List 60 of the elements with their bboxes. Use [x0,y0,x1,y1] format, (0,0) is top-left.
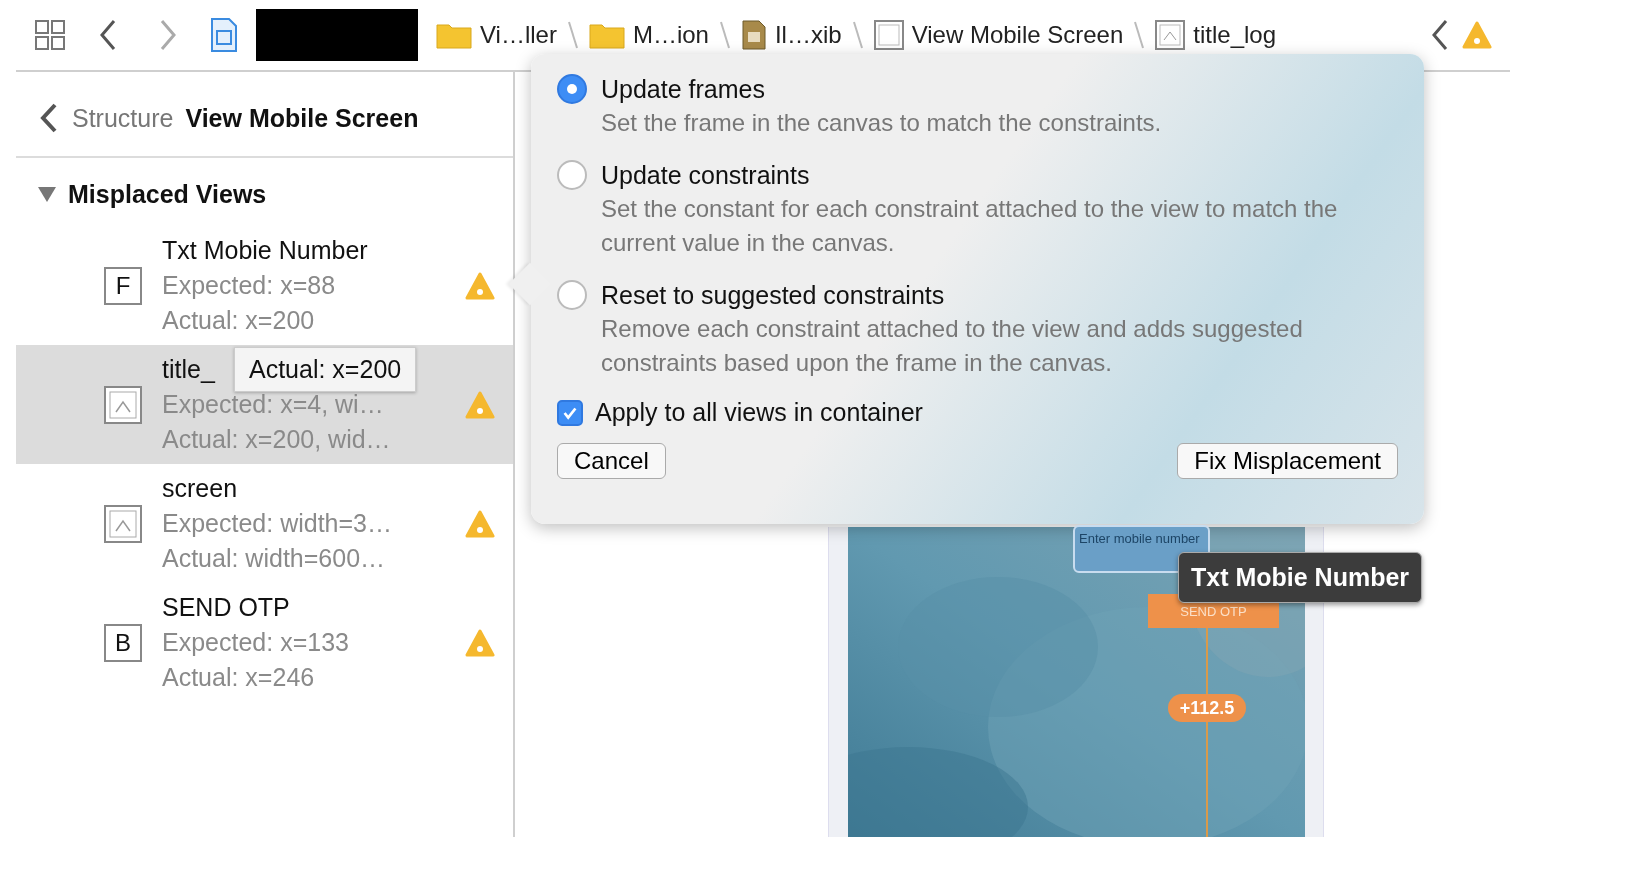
view-name: Txt Mobie Number [162,235,368,266]
expected-value: Expected: width=3… [162,508,392,539]
dialog-button[interactable]: Fix Misplacement [1177,443,1398,479]
option-title: Update frames [601,74,766,105]
section-title: Misplaced Views [68,179,267,209]
warning-icon [465,390,495,419]
separator-icon [851,20,864,50]
option-description: Remove each constraint attached to the view and adds suggested constraints based upon the frame in the canvas. [601,314,1304,378]
actual-value: Actual: x=200 [162,305,315,336]
view-name: screen [162,473,238,504]
option-title: Reset to suggested constraints [601,280,946,311]
folder-icon [436,21,472,49]
warning-icon [465,509,495,538]
misplaced-view-item[interactable]: title_ Actual: x=200 Expected: x=4, wi… Actual: x=200, wid… [16,345,513,464]
image-icon [104,385,142,424]
separator-icon [566,20,579,50]
breadcrumb[interactable]: View Mobile Screen [873,20,1124,50]
view-icon [873,20,904,50]
option-description: Set the frame in the canvas to match the constraints. [601,108,1162,138]
view-name: title_ [162,354,215,385]
breadcrumb[interactable]: Il…xib [740,20,842,50]
tooltip: Actual: x=200 [234,347,417,392]
misplaced-view-item[interactable]: F Txt Mobie Number Expected: x=88 Actual: x=200 [16,226,513,345]
radio-button[interactable] [557,160,587,190]
breadcrumb[interactable]: title_log [1155,20,1277,50]
back-label[interactable]: Structure [72,103,174,133]
radio-button[interactable] [557,74,587,104]
checkbox[interactable] [557,399,583,426]
breadcrumb[interactable]: M…ion [588,21,709,49]
folder-icon [588,21,625,49]
grid-icon[interactable] [34,19,66,51]
view-name: SEND OTP [162,592,290,623]
measurement-label: +112.5 [1168,694,1246,722]
image-icon [104,504,142,543]
expected-value: Expected: x=133 [162,627,349,658]
image-icon [1155,20,1186,50]
separator-icon [1133,20,1146,50]
expected-value: Expected: x=88 [162,270,336,301]
checkbox-label: Apply to all views in container [595,398,923,427]
option-description: Set the constant for each constraint attached to the view to match the current value in the canvas. [601,194,1339,258]
warning-icon [465,628,495,657]
document-icon[interactable] [210,18,238,52]
letter-icon: B [104,623,142,662]
actual-value: Actual: x=246 [162,662,315,693]
expected-value: Expected: x=4, wi… [162,389,384,420]
tooltip: Txt Mobie Number [1178,552,1423,603]
actual-value: Actual: width=600… [162,543,386,574]
warning-icon [1462,21,1492,49]
document-icon [740,20,767,50]
letter-icon: F [104,266,142,305]
separator-icon [718,20,731,50]
radio-button[interactable] [557,280,587,310]
dialog-button[interactable]: Cancel [557,443,666,479]
warning-icon [465,271,495,300]
misplaced-view-item[interactable]: screen Expected: width=3… Actual: width=600… [16,464,513,583]
breadcrumb[interactable]: Vi…ller [436,21,557,49]
misplaced-view-item[interactable]: B SEND OTP Expected: x=133 Actual: x=246 [16,583,513,702]
option-title: Update constraints [601,160,811,191]
actual-value: Actual: x=200, wid… [162,424,391,455]
navigator-title: View Mobile Screen [185,103,419,133]
